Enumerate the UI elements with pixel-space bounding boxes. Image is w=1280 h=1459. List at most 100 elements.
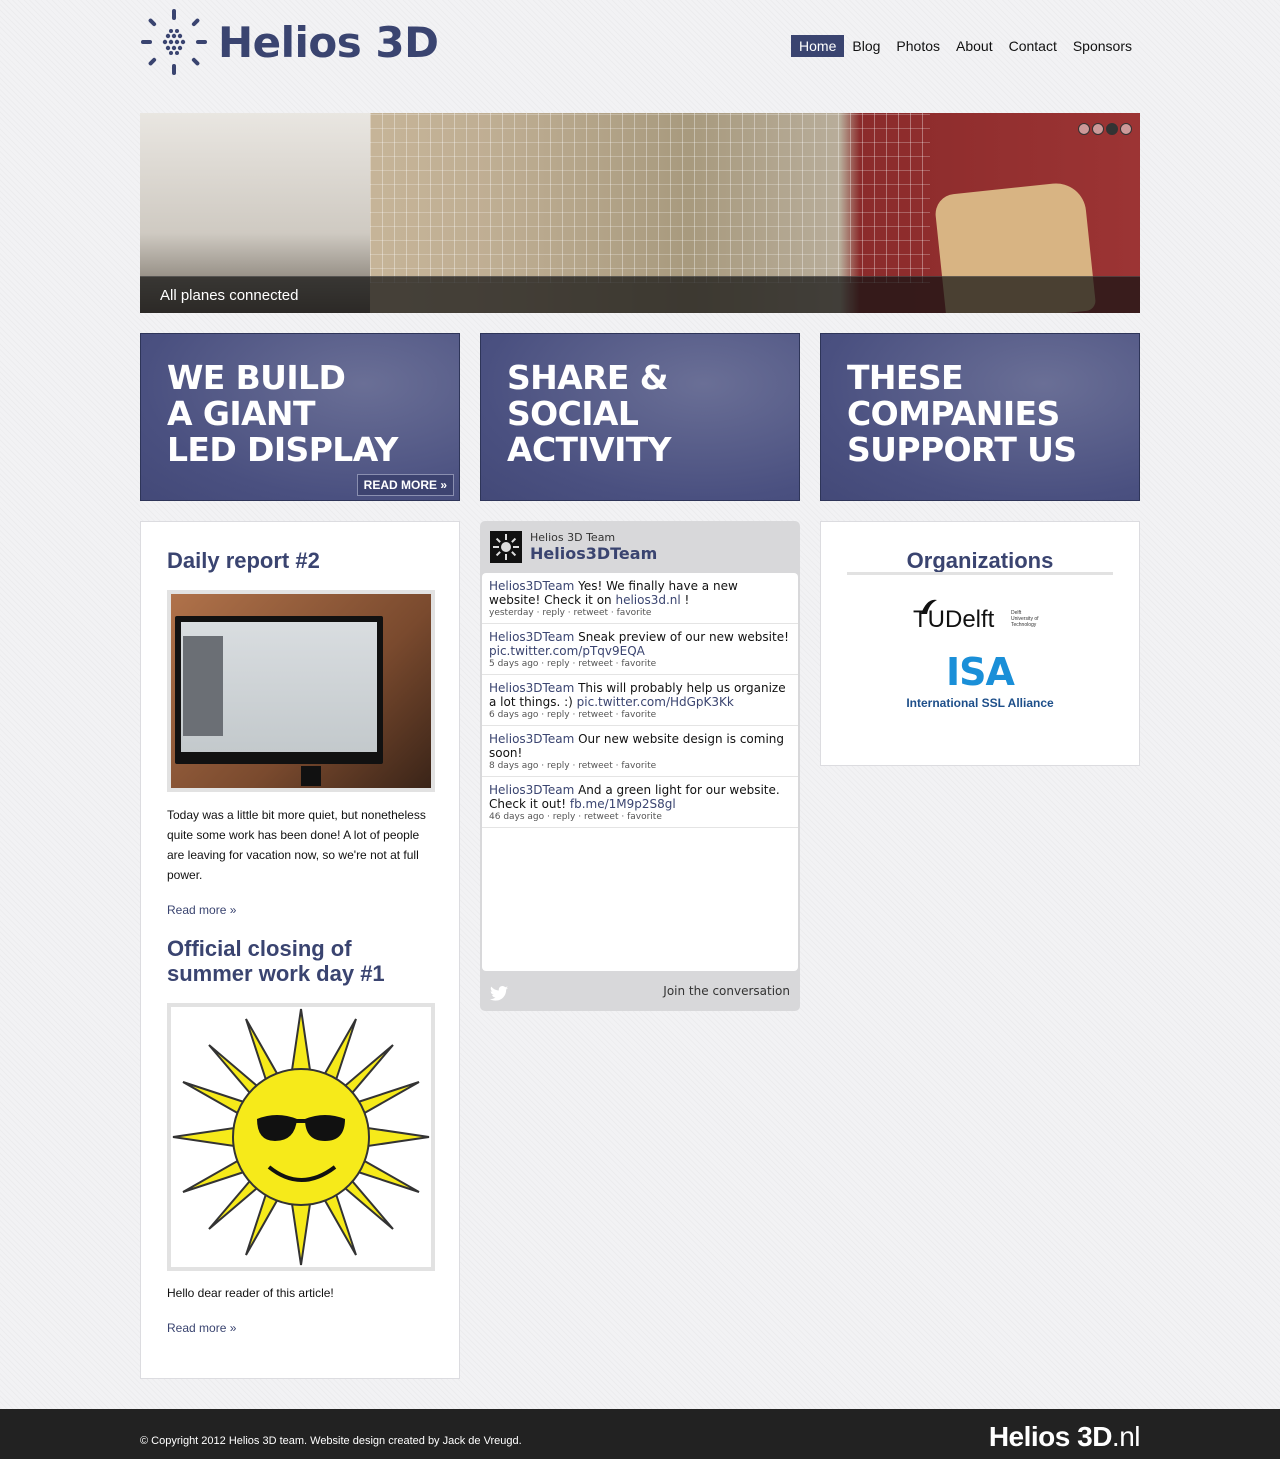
organizations-title: Organizations [906,548,1054,573]
tweet-time[interactable]: yesterday [489,608,534,618]
twitter-handle[interactable]: Helios3DTeam [530,544,657,563]
slider-dot[interactable] [1092,123,1104,135]
tudelft-subtitle-line: Technology [1011,622,1037,628]
slide-caption-bar: All planes connected [140,276,1140,313]
sun-sunglasses-icon [172,1008,430,1266]
nav-blog[interactable]: Blog [844,35,888,57]
promo-line: companies [847,394,1060,433]
promo-heading: We build a giant LED display [167,360,398,468]
slide-caption: All planes connected [160,287,299,304]
post-excerpt: Hello dear reader of this article! [167,1286,334,1300]
tweet-time[interactable]: 46 days ago [489,812,544,822]
tweet-user[interactable]: Helios3DTeam [489,783,574,797]
tweet-text: Helios3DTeam Sneak preview of our new we… [489,630,792,658]
nav-about[interactable]: About [948,35,1001,57]
tweet-action-retweet[interactable]: retweet [578,659,613,669]
tweet-action-favorite[interactable]: favorite [617,608,652,618]
post-title[interactable]: Official closing of summer work day #1 [167,936,435,986]
tweet-body: Sneak preview of our new website! [574,630,789,644]
tweet: Helios3DTeam Our new website design is c… [482,726,798,777]
read-more-button[interactable]: READ MORE » [356,474,454,496]
slider-pager [1078,123,1132,135]
site-footer: © Copyright 2012 Helios 3D team. Website… [0,1409,1280,1459]
join-conversation-link[interactable]: Join the conversation [663,984,790,998]
tweet: Helios3DTeam And a green light for our w… [482,777,798,828]
promo-sponsors[interactable]: These companies support us [820,333,1140,501]
slide-photo-led-cube [370,113,930,283]
tweet-action-reply[interactable]: reply [547,659,570,669]
post-image-monitor[interactable] [167,590,435,792]
tudelft-logo[interactable]: TUDelft Delft University of Technology [913,596,1053,636]
read-more-link[interactable]: Read more » [167,1321,236,1335]
blog-post: Daily report #2 [167,548,435,573]
tweet-meta: yesterday · reply · retweet · favorite [489,608,652,618]
twitter-avatar[interactable] [490,531,522,563]
site-title: Helios 3D [218,17,439,67]
tweet-action-retweet[interactable]: retweet [584,812,619,822]
tweet-time[interactable]: 5 days ago [489,659,538,669]
main-nav: Home Blog Photos About Contact Sponsors [791,35,1140,57]
isa-subtitle: International SSL Alliance [906,696,1054,710]
tweet-user[interactable]: Helios3DTeam [489,630,574,644]
tweet-text: Helios3DTeam And a green light for our w… [489,783,792,811]
nav-sponsors[interactable]: Sponsors [1065,35,1140,57]
tweet-link[interactable]: pic.twitter.com/HdGpK3Kk [577,695,734,709]
nav-contact[interactable]: Contact [1001,35,1065,57]
isa-logo[interactable]: ISA International SSL Alliance [905,652,1055,712]
sun-logo-icon [141,9,207,75]
promo-line: LED display [167,430,398,469]
tweet-action-reply[interactable]: reply [547,761,570,771]
promo-line: a giant [167,394,315,433]
tweet-link[interactable]: fb.me/1M9p2S8gl [570,797,676,811]
read-more-link[interactable]: Read more » [167,903,236,917]
tweet-action-favorite[interactable]: favorite [621,659,656,669]
tweet-action-reply[interactable]: reply [553,812,576,822]
image-slider[interactable]: All planes connected [140,113,1140,313]
tweet-action-favorite[interactable]: favorite [627,812,662,822]
slider-dot-active[interactable] [1106,123,1118,135]
tweet-list: Helios3DTeam Yes! We finally have a new … [482,573,798,971]
sun-avatar-icon [493,534,519,560]
tweet-action-retweet[interactable]: retweet [578,710,613,720]
twitter-display-name[interactable]: Helios 3D Team [530,531,615,544]
nav-home[interactable]: Home [791,35,845,57]
tweet-action-retweet[interactable]: retweet [578,761,613,771]
nav-photos[interactable]: Photos [888,35,948,57]
post-title[interactable]: Daily report #2 [167,548,435,573]
tweet-user[interactable]: Helios3DTeam [489,732,574,746]
slider-dot[interactable] [1120,123,1132,135]
tweet-action-reply[interactable]: reply [547,710,570,720]
tweet-user[interactable]: Helios3DTeam [489,681,574,695]
isa-wordmark: ISA [946,650,1015,694]
tweet-text: Helios3DTeam Yes! We finally have a new … [489,579,792,607]
tweet-meta: 6 days ago · reply · retweet · favorite [489,710,657,720]
tweet-action-favorite[interactable]: favorite [621,710,656,720]
promo-heading: These companies support us [847,358,1077,469]
post-image-sun[interactable] [167,1003,435,1271]
tweet-link[interactable]: pic.twitter.com/pTqv9EQA [489,644,645,658]
tweet-action-retweet[interactable]: retweet [574,608,609,618]
footer-brand[interactable]: Helios 3D.nl [989,1421,1141,1453]
tweet-link[interactable]: helios3d.nl [615,593,680,607]
twitter-bird-icon[interactable] [490,986,508,1001]
organizations-panel: Organizations TUDelft Delft University o… [820,521,1140,766]
tweet-action-favorite[interactable]: favorite [621,761,656,771]
tweet-time[interactable]: 6 days ago [489,710,538,720]
promo-line: support us [847,430,1077,469]
promo-line: activity [507,430,672,469]
tweet-time[interactable]: 8 days ago [489,761,538,771]
tweet-action-reply[interactable]: reply [542,608,565,618]
promo-line: These [847,358,964,397]
promo-line: social [507,394,639,433]
tweet-user[interactable]: Helios3DTeam [489,579,574,593]
site-logo[interactable]: Helios 3D [140,8,439,76]
tweet: Helios3DTeam This will probably help us … [482,675,798,726]
slider-dot[interactable] [1078,123,1090,135]
site-header: Helios 3D Home Blog Photos About Contact… [140,0,1140,100]
tweet-text: Helios3DTeam This will probably help us … [489,681,792,709]
twitter-footer: Join the conversation [480,976,800,1011]
tweet-meta: 8 days ago · reply · retweet · favorite [489,761,657,771]
promo-build-display[interactable]: We build a giant LED display READ MORE » [140,333,460,501]
tudelft-subtitle: Delft University of Technology [1011,610,1039,628]
promo-social[interactable]: Share & social activity [480,333,800,501]
